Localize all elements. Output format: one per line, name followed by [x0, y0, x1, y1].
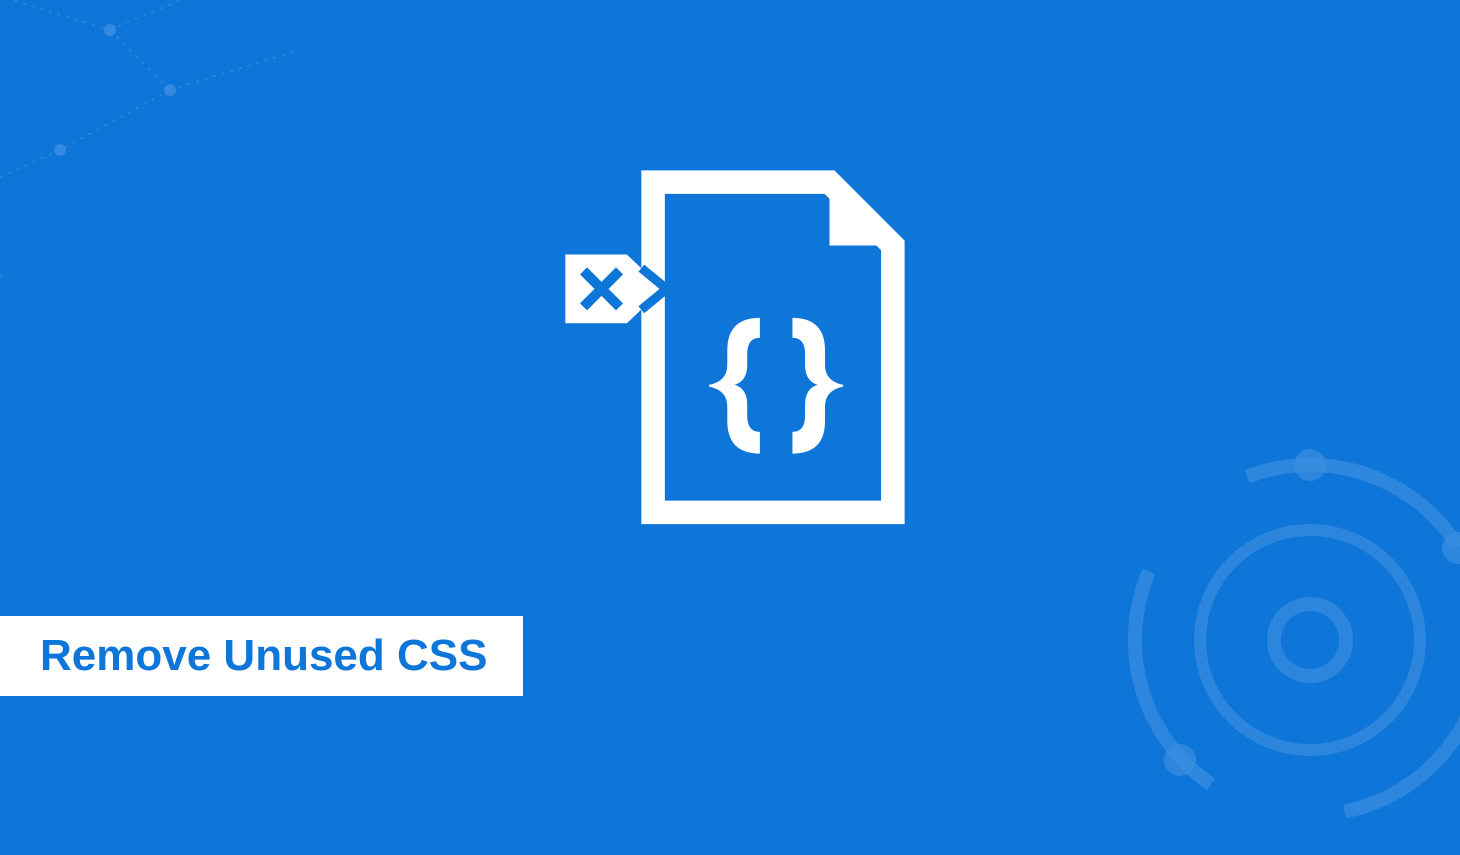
page-title: Remove Unused CSS — [0, 616, 523, 696]
css-file-remove-icon — [530, 145, 930, 545]
logo-decor-icon — [1100, 430, 1460, 850]
braces-icon — [709, 318, 843, 454]
network-decor-icon — [0, 0, 340, 280]
